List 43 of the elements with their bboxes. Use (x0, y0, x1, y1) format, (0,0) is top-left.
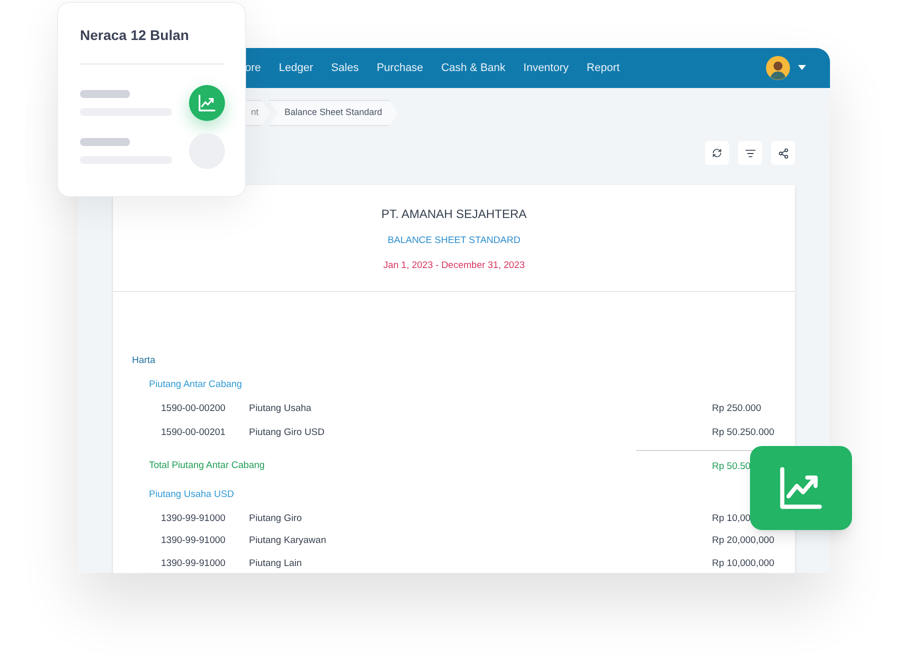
group-heading: Piutang Usaha USD (149, 488, 234, 502)
skeleton-bar (80, 138, 130, 146)
account-name: Piutang Karyawan (249, 534, 326, 548)
account-code: 1390-99-91000 (161, 512, 226, 526)
nav-link[interactable]: Cash & Bank (441, 60, 506, 76)
company-name: PT. AMANAH SEJAHTERA (381, 206, 527, 223)
filter-icon (744, 148, 756, 158)
refresh-icon (712, 148, 722, 158)
skeleton-bar (80, 90, 130, 98)
avatar-icon[interactable] (766, 56, 790, 80)
share-button[interactable] (771, 141, 795, 165)
report-title: BALANCE SHEET STANDARD (388, 234, 520, 248)
nav-link[interactable]: Purchase (376, 60, 424, 76)
nav-link[interactable]: Sales (331, 60, 359, 76)
card-title: Neraca 12 Bulan (80, 26, 189, 45)
account-amount: Rp 20,000,000 (712, 534, 776, 548)
group-heading: Piutang Antar Cabang (149, 378, 242, 392)
account-name: Piutang Usaha (249, 402, 312, 416)
share-icon (778, 148, 788, 158)
refresh-button[interactable] (705, 141, 729, 165)
nav-link[interactable]: Ledger (278, 60, 314, 76)
account-code: 1590-00-00200 (161, 402, 226, 416)
caret-icon[interactable] (798, 65, 806, 71)
nav-link[interactable]: Report (586, 60, 620, 76)
section-heading: Harta (132, 354, 156, 368)
account-name: Piutang Giro (249, 512, 302, 526)
breadcrumb-item[interactable]: nt (245, 100, 271, 126)
breadcrumb-item[interactable]: Balance Sheet Standard (268, 100, 398, 126)
account-name: Piutang Lain (249, 556, 302, 570)
nav-link[interactable]: ore (245, 60, 261, 76)
account-name: Piutang Giro USD (249, 426, 325, 440)
nav-link[interactable]: Inventory (523, 60, 569, 76)
filter-button[interactable] (738, 141, 762, 165)
account-code: 1590-00-00201 (161, 426, 226, 440)
total-label: Total Piutang Antar Cabang (149, 458, 265, 472)
account-amount: Rp 250.000 (712, 402, 762, 416)
account-code: 1390-99-91000 (161, 556, 226, 570)
account-amount: Rp 10,000,000 (712, 556, 776, 570)
report-period: Jan 1, 2023 - December 31, 2023 (383, 259, 525, 274)
total-amount: Rp 50.50 (712, 460, 751, 472)
account-amount: Rp 50.250.000 (712, 426, 776, 440)
trend-chart-icon (197, 93, 217, 113)
account-code: 1390-99-91000 (161, 534, 226, 548)
